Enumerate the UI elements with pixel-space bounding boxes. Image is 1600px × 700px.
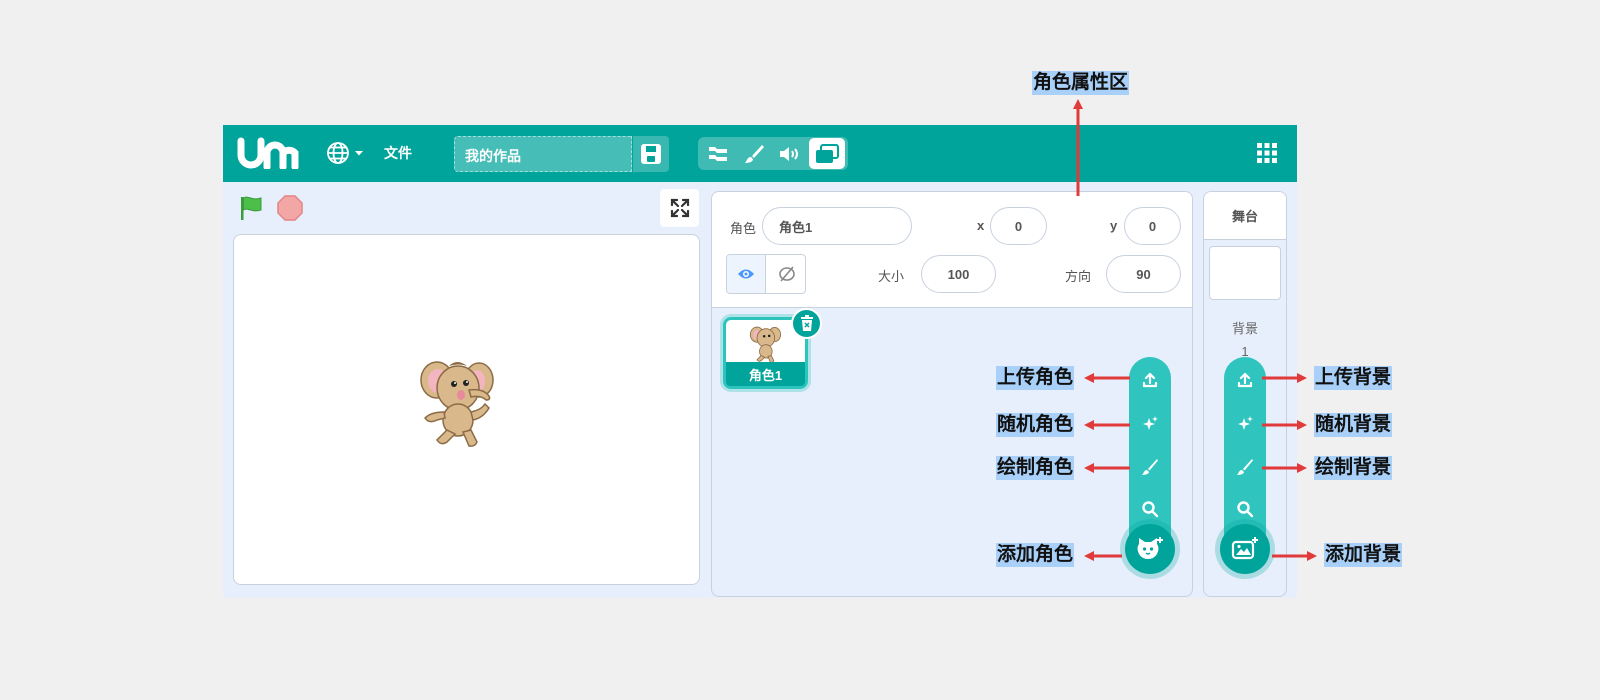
annotation-paint-sprite: 绘制角色 <box>996 456 1075 480</box>
annotation-paint-backdrop: 绘制背景 <box>1314 456 1393 480</box>
annotation-add-backdrop: 添加背景 <box>1324 543 1403 567</box>
annotation-upload-sprite: 上传角色 <box>996 366 1075 390</box>
annotation-arrows <box>1073 99 1317 561</box>
annotation-random-sprite: 随机角色 <box>996 413 1075 437</box>
annotation-add-sprite: 添加角色 <box>996 543 1075 567</box>
annotation-upload-backdrop: 上传背景 <box>1314 366 1393 390</box>
annotation-random-backdrop: 随机背景 <box>1314 413 1393 437</box>
annotation-sprite-props-area: 角色属性区 <box>1032 71 1130 95</box>
